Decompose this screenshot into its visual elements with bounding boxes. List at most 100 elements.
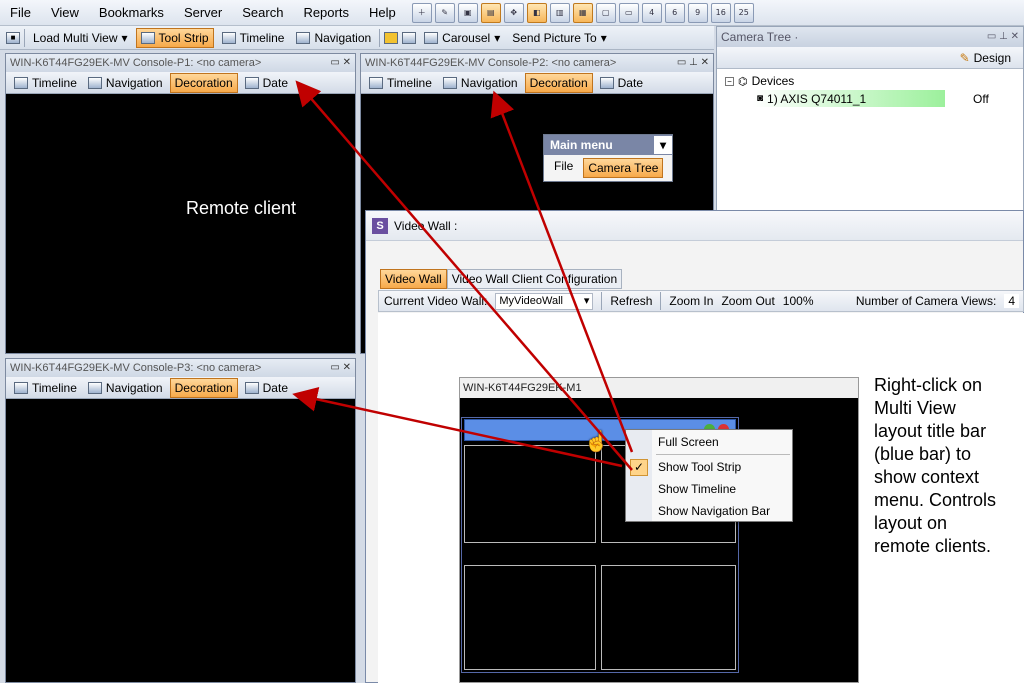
zoom-level: 100% — [782, 294, 814, 308]
layout-grid-icon[interactable]: ▦ — [572, 2, 593, 23]
toolbar-separator — [660, 292, 662, 310]
layout-frame-icon[interactable]: ▭ — [618, 2, 639, 23]
checkmark-icon: ✓ — [630, 459, 648, 476]
camera-status: Off — [973, 92, 989, 106]
collapse-icon[interactable]: − — [725, 76, 734, 86]
refresh-button[interactable]: Refresh — [610, 294, 652, 308]
carousel-button[interactable]: Carousel ▾ — [420, 29, 504, 47]
layout-16-icon[interactable]: 16 — [710, 2, 731, 23]
add-camera-icon[interactable]: ＋ — [411, 2, 432, 23]
date-button[interactable]: Date — [241, 379, 292, 397]
menu-item-show-navigation-bar[interactable]: Show Navigation Bar — [658, 504, 770, 518]
navigation-icon — [296, 31, 311, 44]
load-multi-view-button[interactable]: Load Multi View ▾ — [29, 29, 132, 47]
layout-6-icon[interactable]: 6 — [664, 2, 685, 23]
navigation-button[interactable]: Navigation — [292, 29, 375, 47]
save-icon[interactable]: ■ — [6, 31, 20, 44]
video-wall-titlebar[interactable]: S Video Wall : — [366, 211, 1023, 241]
timeline-button[interactable]: Timeline — [10, 74, 81, 92]
tree-devices-node[interactable]: − ⌬ Devices — [725, 74, 794, 88]
menu-view[interactable]: View — [41, 5, 89, 20]
zoom-out-button[interactable]: Zoom Out — [721, 294, 774, 308]
timeline-label: Timeline — [32, 380, 77, 395]
date-button[interactable]: Date — [241, 74, 292, 92]
layout-list-icon[interactable]: ▥ — [549, 2, 570, 23]
menu-item-show-timeline[interactable]: Show Timeline — [658, 482, 736, 496]
layout-single-icon[interactable]: ▢ — [595, 2, 616, 23]
tree-camera-node[interactable]: ◙ 1) AXIS Q74011_1 — [753, 90, 945, 107]
chevron-down-icon[interactable]: ▾ — [654, 136, 672, 154]
lock-icon[interactable] — [384, 31, 399, 44]
num-camera-views-value[interactable]: 4 — [1004, 294, 1019, 308]
main-menu-camera-tree[interactable]: Camera Tree — [583, 158, 664, 178]
layout-icon[interactable]: ▤ — [480, 2, 501, 23]
pane-title[interactable]: WIN-K6T44FG29EK-MV Console-P3: <no camer… — [6, 359, 355, 377]
edit-icon[interactable]: ✎ — [434, 2, 455, 23]
tab-client-configuration[interactable]: Video Wall Client Configuration — [446, 269, 623, 289]
pane-window-controls[interactable]: ▭ ✕ — [330, 54, 351, 72]
menu-server[interactable]: Server — [174, 5, 232, 20]
pane-p1[interactable]: WIN-K6T44FG29EK-MV Console-P1: <no camer… — [5, 53, 356, 354]
video-wall-tabs: Video Wall Video Wall Client Configurati… — [380, 269, 623, 289]
layout-4-icon[interactable]: 4 — [641, 2, 662, 23]
menu-file[interactable]: File — [0, 5, 41, 20]
timeline-button[interactable]: Timeline — [218, 29, 289, 47]
main-menu-title: Main menu ▾ — [544, 135, 672, 155]
pane-window-controls[interactable]: ▭ ✕ — [330, 359, 351, 377]
date-label: Date — [262, 380, 288, 395]
menu-item-full-screen[interactable]: Full Screen — [658, 435, 719, 449]
pane-title-text: WIN-K6T44FG29EK-MV Console-P2: <no camer… — [365, 57, 617, 69]
navigation-button[interactable]: Navigation — [84, 74, 167, 92]
decoration-button[interactable]: Decoration — [524, 72, 593, 93]
monitor-icon[interactable]: ▣ — [457, 2, 478, 23]
decoration-button[interactable]: Decoration — [169, 377, 238, 398]
current-video-wall-label: Current Video Wall: — [384, 294, 488, 308]
main-menu-file[interactable]: File — [548, 158, 579, 178]
calendar-icon — [244, 381, 259, 394]
toolbar-separator — [601, 292, 603, 310]
pane-title[interactable]: WIN-K6T44FG29EK-MV Console-P2: <no camer… — [361, 54, 713, 72]
pane-title-text: WIN-K6T44FG29EK-MV Console-P3: <no camer… — [10, 362, 262, 374]
decoration-button[interactable]: Decoration — [169, 72, 238, 93]
chevron-down-icon: ▾ — [494, 30, 501, 45]
date-button[interactable]: Date — [596, 74, 647, 92]
navigation-label: Navigation — [314, 30, 372, 45]
menu-help[interactable]: Help — [359, 5, 406, 20]
network-icon: ⌬ — [738, 75, 748, 88]
navigation-button[interactable]: Navigation — [84, 379, 167, 397]
timeline-button[interactable]: Timeline — [365, 74, 436, 92]
pane-window-controls[interactable]: ▭ ⊥ ✕ — [677, 54, 709, 72]
ptz-icon[interactable]: ✥ — [503, 2, 524, 23]
navigation-button[interactable]: Navigation — [439, 74, 522, 92]
decoration-label: Decoration — [174, 380, 233, 395]
timeline-icon — [14, 381, 28, 394]
camera-tree-title[interactable]: Camera Tree · ▭ ⊥ ✕ — [717, 27, 1023, 47]
menu-reports[interactable]: Reports — [293, 5, 359, 20]
layout-9-icon[interactable]: 9 — [687, 2, 708, 23]
layout-25-icon[interactable]: 25 — [733, 2, 754, 23]
current-video-wall-value: MyVideoWall — [499, 294, 563, 307]
menu-item-show-tool-strip[interactable]: Show Tool Strip — [658, 460, 741, 474]
tag-icon[interactable] — [402, 31, 417, 44]
tool-strip-button[interactable]: Tool Strip — [135, 27, 214, 48]
pane-title[interactable]: WIN-K6T44FG29EK-MV Console-P1: <no camer… — [6, 54, 355, 72]
layout-split-icon[interactable]: ◧ — [526, 2, 547, 23]
decoration-label: Decoration — [174, 75, 233, 90]
panel-window-controls[interactable]: ▭ ⊥ ✕ — [987, 27, 1019, 47]
send-picture-label: Send Picture To — [512, 30, 597, 45]
tool-strip-icon — [140, 31, 155, 44]
video-wall-title: Video Wall : — [394, 218, 458, 233]
menu-bookmarks[interactable]: Bookmarks — [89, 5, 174, 20]
menu-bar: File View Bookmarks Server Search Report… — [0, 0, 1024, 26]
timeline-button[interactable]: Timeline — [10, 379, 81, 397]
calendar-icon — [244, 76, 259, 89]
menu-search[interactable]: Search — [232, 5, 293, 20]
design-button[interactable]: ✎ Design — [956, 49, 1015, 67]
timeline-label: Timeline — [32, 75, 77, 90]
camera-tree-toolbar: ✎ Design — [717, 47, 1023, 69]
tab-video-wall[interactable]: Video Wall — [380, 269, 447, 289]
pane-p3[interactable]: WIN-K6T44FG29EK-MV Console-P3: <no camer… — [5, 358, 356, 683]
send-picture-button[interactable]: Send Picture To ▾ — [508, 29, 611, 47]
current-video-wall-select[interactable]: MyVideoWall ▾ — [495, 292, 594, 310]
zoom-in-button[interactable]: Zoom In — [669, 294, 713, 308]
